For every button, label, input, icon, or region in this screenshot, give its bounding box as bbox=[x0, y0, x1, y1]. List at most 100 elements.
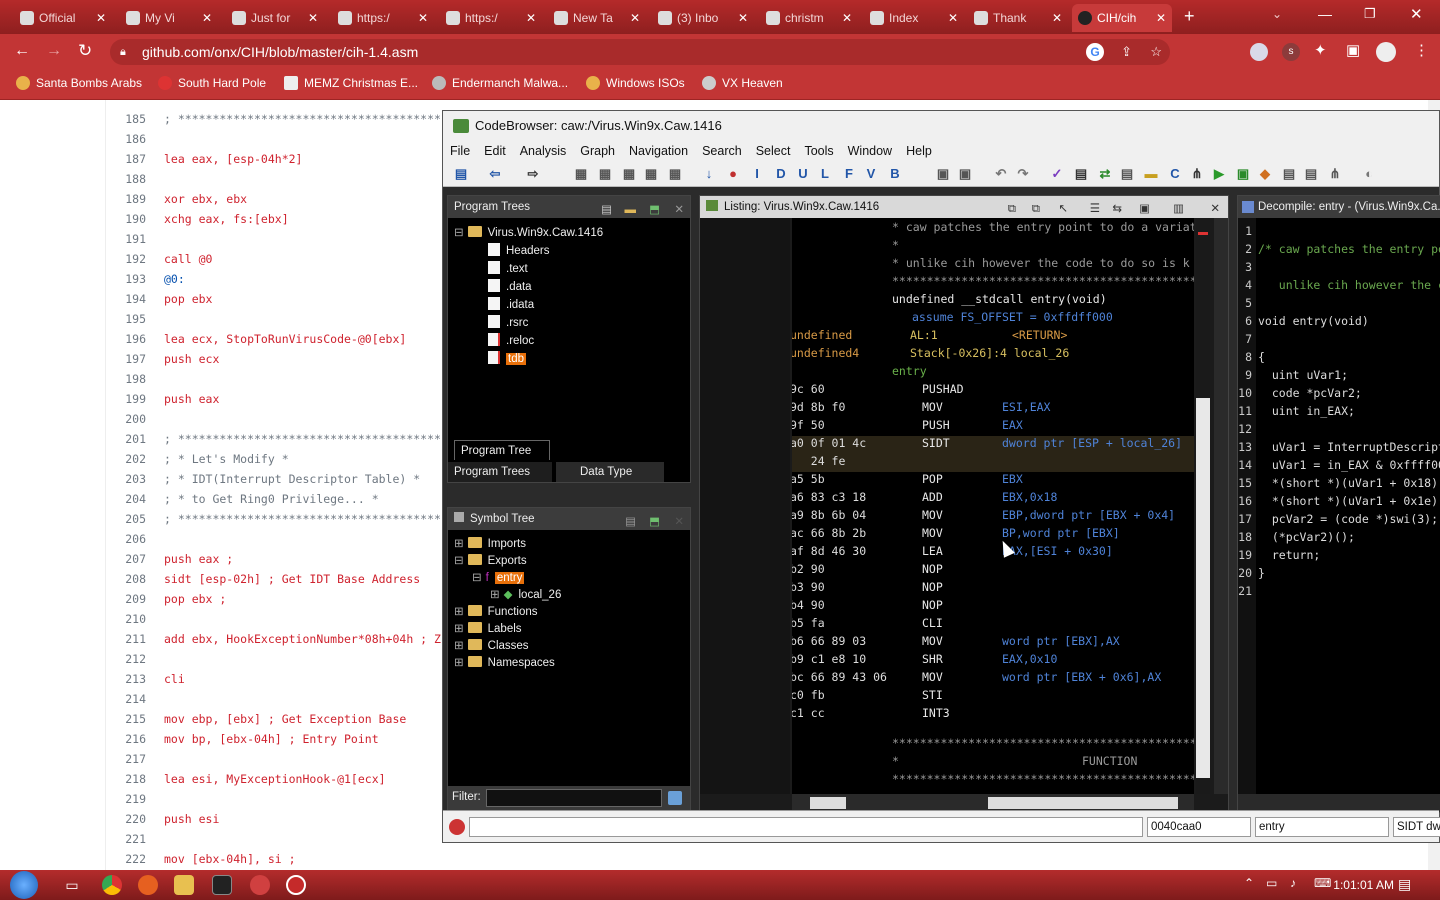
next-bookmark-icon[interactable]: B bbox=[887, 166, 903, 182]
instruction-bytes[interactable]: c1 cc bbox=[792, 706, 825, 720]
line-number[interactable]: 213 bbox=[110, 672, 146, 686]
layout-icon[interactable]: ▥ bbox=[1173, 198, 1184, 220]
instruction-bytes[interactable]: b3 90 bbox=[792, 580, 825, 594]
tray-chevron-icon[interactable]: ⌃ bbox=[1244, 876, 1254, 890]
instruction-mnemonic[interactable]: SIDT bbox=[922, 436, 950, 450]
decompile-line[interactable]: uVar1 = InterruptDescript bbox=[1258, 440, 1440, 454]
tab-search-chevron-icon[interactable]: ⌄ bbox=[1272, 7, 1282, 21]
tree-item-headers[interactable]: Headers bbox=[488, 243, 549, 257]
instruction-mnemonic[interactable]: CLI bbox=[922, 616, 943, 630]
line-number[interactable]: 206 bbox=[110, 532, 146, 546]
close-panel-icon[interactable]: ✕ bbox=[1210, 198, 1220, 220]
decompile-line[interactable]: } bbox=[1258, 566, 1440, 580]
decompile-line[interactable]: *(short *)(uVar1 + 0x1e) bbox=[1258, 494, 1440, 508]
tab-data-type-manager[interactable]: Data Type Mana bbox=[556, 462, 664, 482]
instruction-bytes[interactable]: 9c 60 bbox=[792, 382, 825, 396]
menu-window[interactable]: Window bbox=[841, 141, 899, 161]
tool-icon[interactable]: ▣ bbox=[957, 166, 973, 182]
instruction-bytes[interactable]: b9 c1 e8 10 bbox=[792, 652, 866, 666]
line-number[interactable]: 216 bbox=[110, 732, 146, 746]
next-data-icon[interactable]: D bbox=[773, 166, 789, 182]
browser-tab[interactable]: New Ta ✕ bbox=[548, 4, 646, 32]
instruction-bytes[interactable]: bc 66 89 43 06 bbox=[792, 670, 887, 684]
close-panel-icon[interactable]: ✕ bbox=[674, 199, 684, 221]
instruction-operands[interactable]: EBX bbox=[1002, 472, 1023, 486]
new-tab-plus-icon[interactable]: + bbox=[1184, 6, 1195, 27]
tab-close-icon[interactable]: ✕ bbox=[630, 11, 640, 25]
menu-file[interactable]: File bbox=[443, 141, 477, 161]
bookmark-item[interactable]: MEMZ Christmas E... bbox=[284, 76, 418, 90]
tree-item-rsrc[interactable]: .rsrc bbox=[488, 315, 528, 329]
decompile-line[interactable]: *(short *)(uVar1 + 0x18) bbox=[1258, 476, 1440, 490]
tree-item-reloc[interactable]: .reloc bbox=[488, 333, 534, 347]
menu-select[interactable]: Select bbox=[749, 141, 798, 161]
line-number[interactable]: 203 bbox=[110, 472, 146, 486]
bookmark-star-icon[interactable]: ☆ bbox=[1150, 39, 1162, 65]
instruction-operands[interactable]: ESI,EAX bbox=[1002, 400, 1050, 414]
line-number[interactable]: 204 bbox=[110, 492, 146, 506]
instruction-mnemonic[interactable]: PUSHAD bbox=[922, 382, 964, 396]
chrome-taskbar-icon[interactable] bbox=[102, 875, 122, 895]
stop-icon[interactable]: ● bbox=[725, 166, 741, 182]
line-number[interactable]: 222 bbox=[110, 852, 146, 866]
next-function-icon[interactable]: F bbox=[841, 166, 857, 182]
symbol-local-26[interactable]: ⊞ ◆ local_26 bbox=[490, 587, 561, 601]
tab-close-icon[interactable]: ✕ bbox=[526, 11, 536, 25]
start-button[interactable] bbox=[10, 871, 38, 899]
tree-root[interactable]: ⊟ Virus.Win9x.Caw.1416 bbox=[454, 225, 603, 239]
tool-icon[interactable]: ▤ bbox=[1281, 166, 1297, 182]
line-number[interactable]: 197 bbox=[110, 352, 146, 366]
instruction-mnemonic[interactable]: SHR bbox=[922, 652, 943, 666]
tab-close-icon[interactable]: ✕ bbox=[96, 11, 106, 25]
line-number[interactable]: 188 bbox=[110, 172, 146, 186]
menu-navigation[interactable]: Navigation bbox=[622, 141, 695, 161]
hscroll-thumb[interactable] bbox=[810, 797, 846, 809]
tab-close-icon[interactable]: ✕ bbox=[1052, 11, 1062, 25]
next-instruction-icon[interactable]: I bbox=[749, 166, 765, 182]
folder-icon[interactable]: ▬ bbox=[1143, 166, 1159, 182]
line-number[interactable]: 208 bbox=[110, 572, 146, 586]
instruction-bytes[interactable]: a6 83 c3 18 bbox=[792, 490, 866, 504]
instruction-mnemonic[interactable]: NOP bbox=[922, 580, 943, 594]
profile-avatar[interactable] bbox=[1376, 42, 1396, 62]
tool-icon[interactable]: ⋔ bbox=[1327, 166, 1343, 182]
bookmark-item[interactable]: Windows ISOs bbox=[586, 76, 685, 90]
nav-icon[interactable]: ▦ bbox=[621, 166, 637, 182]
line-number[interactable]: 207 bbox=[110, 552, 146, 566]
paste-icon[interactable]: ⧉ bbox=[1032, 198, 1040, 220]
tool-icon[interactable]: ▤ bbox=[1073, 166, 1089, 182]
line-number[interactable]: 218 bbox=[110, 772, 146, 786]
decompile-line[interactable]: code *pcVar2; bbox=[1258, 386, 1440, 400]
tree-tool-icon[interactable]: ⬒ bbox=[649, 199, 660, 221]
instruction-bytes[interactable]: a0 0f 01 4c bbox=[792, 436, 866, 450]
tool-icon[interactable]: ▤ bbox=[1303, 166, 1319, 182]
forward-arrow-icon[interactable]: → bbox=[46, 42, 62, 60]
instruction-mnemonic[interactable]: MOV bbox=[922, 526, 943, 540]
copy-icon[interactable]: ⧉ bbox=[1008, 198, 1016, 220]
symbol-imports[interactable]: ⊞ Imports bbox=[454, 536, 526, 550]
line-number[interactable]: 187 bbox=[110, 152, 146, 166]
line-number[interactable]: 215 bbox=[110, 712, 146, 726]
system-clock[interactable]: 1:01:01 AM bbox=[1333, 878, 1394, 892]
tree-item-tdb[interactable]: tdb bbox=[488, 351, 526, 365]
nav-icon[interactable]: ▦ bbox=[643, 166, 659, 182]
snapshot-icon[interactable]: ▣ bbox=[1139, 198, 1150, 220]
line-number[interactable]: 191 bbox=[110, 232, 146, 246]
back-arrow-icon[interactable]: ← bbox=[14, 42, 30, 60]
listing-overview-bar[interactable] bbox=[1196, 218, 1210, 794]
symbol-exports[interactable]: ⊟ Exports bbox=[454, 553, 527, 567]
line-number[interactable]: 190 bbox=[110, 212, 146, 226]
instruction-mnemonic[interactable]: MOV bbox=[922, 508, 943, 522]
decompile-line[interactable]: uint uVar1; bbox=[1258, 368, 1440, 382]
tab-close-icon[interactable]: ✕ bbox=[948, 11, 958, 25]
line-number[interactable]: 194 bbox=[110, 292, 146, 306]
instruction-operands[interactable]: EAX,0x10 bbox=[1002, 652, 1057, 666]
tab-close-icon[interactable]: ✕ bbox=[738, 11, 748, 25]
open-tree-icon[interactable]: ▬ bbox=[625, 199, 637, 221]
share-icon[interactable]: ⇪ bbox=[1121, 39, 1132, 65]
browser-tab[interactable]: Index ✕ bbox=[864, 4, 964, 32]
instruction-bytes[interactable]: a5 5b bbox=[792, 472, 825, 486]
listing-code[interactable]: * caw patches the entry point to do a va… bbox=[792, 218, 1194, 794]
decompile-line[interactable]: uVar1 = in_EAX & 0xffff00 bbox=[1258, 458, 1440, 472]
instruction-mnemonic[interactable]: NOP bbox=[922, 562, 943, 576]
